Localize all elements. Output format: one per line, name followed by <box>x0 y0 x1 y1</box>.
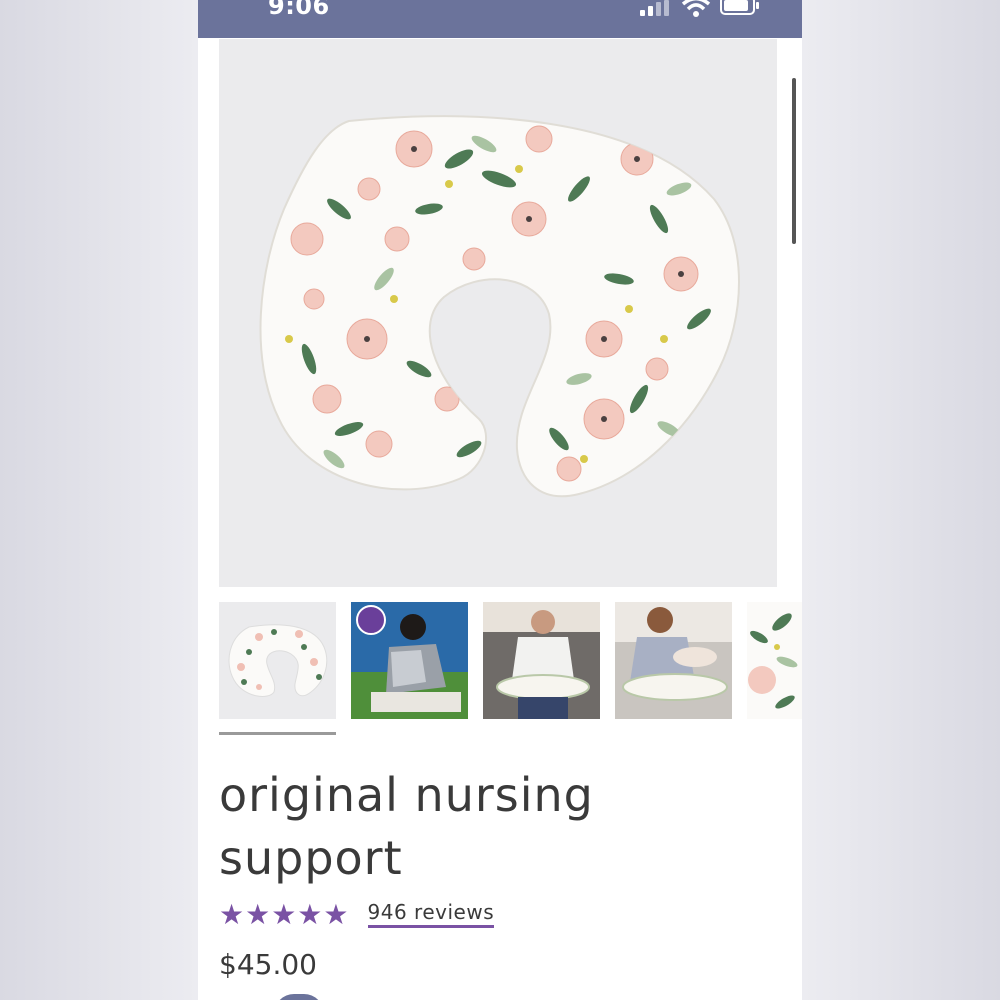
product-main-image[interactable] <box>219 39 777 587</box>
thumbnail-floral-pillow[interactable] <box>219 602 336 719</box>
wifi-icon <box>681 0 711 17</box>
rating-stars-icon: ★★★★★ <box>219 897 350 931</box>
backdrop-right <box>802 0 1000 1000</box>
cellular-signal-icon <box>640 0 669 16</box>
backdrop-left <box>0 0 198 1000</box>
status-time: 9:06 <box>268 0 330 20</box>
phone-screen: 9:06 original nursing support ★★★★★ 946 … <box>198 0 802 1000</box>
thumbnail-nursing-cover-mother[interactable] <box>351 602 468 719</box>
thumbnail-selected-indicator <box>219 732 336 735</box>
thumbnail-mother-nursing-baby[interactable] <box>615 602 732 719</box>
status-bar: 9:06 <box>198 0 802 38</box>
image-scrollbar[interactable] <box>792 78 796 244</box>
product-title: original nursing support <box>219 768 594 885</box>
thumbnail-floral-pattern-closeup[interactable] <box>747 602 802 719</box>
thumbnail-strip <box>219 602 802 720</box>
product-rating: ★★★★★ 946 reviews <box>219 897 495 931</box>
bottom-action-button[interactable] <box>274 994 324 1000</box>
battery-icon <box>720 0 759 15</box>
thumbnail-father-feeding-baby[interactable] <box>483 602 600 719</box>
nursing-pillow-image <box>259 115 740 498</box>
product-price: $45.00 <box>219 948 317 981</box>
reviews-link[interactable]: 946 reviews <box>367 900 495 928</box>
